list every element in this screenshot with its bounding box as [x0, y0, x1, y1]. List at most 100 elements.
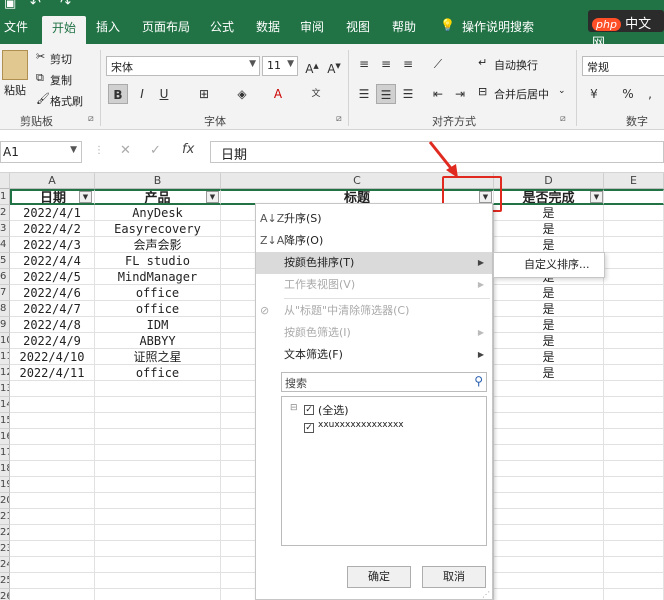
row-header[interactable]: 7: [0, 285, 10, 301]
empty-cell[interactable]: [95, 461, 221, 477]
copy-icon[interactable]: ⧉: [36, 71, 44, 85]
grow-font-icon[interactable]: A▲: [302, 56, 322, 76]
shrink-font-icon[interactable]: A▼: [324, 56, 344, 76]
row-header[interactable]: 10: [0, 333, 10, 349]
tab-formulas[interactable]: 公式: [210, 18, 234, 35]
cell-product[interactable]: MindManager: [95, 269, 221, 285]
empty-cell[interactable]: [10, 541, 95, 557]
item-label[interactable]: xxuxxxxxxxxxxxxx: [318, 420, 404, 430]
bold-icon[interactable]: B: [108, 84, 128, 104]
select-all-checkbox[interactable]: ✓: [304, 405, 314, 415]
row-header[interactable]: 5: [0, 253, 10, 269]
cell-done[interactable]: 是: [494, 349, 604, 365]
empty-cell[interactable]: [604, 525, 664, 541]
filter-dropdown-b[interactable]: ▼: [206, 191, 219, 203]
menu-sort-ascending[interactable]: A↓Z 升序(S): [256, 208, 492, 230]
search-icon[interactable]: ⚲: [474, 374, 483, 388]
cell-done[interactable]: 是: [494, 317, 604, 333]
cell-e[interactable]: [604, 365, 664, 381]
row-header[interactable]: 8: [0, 301, 10, 317]
font-launcher-icon[interactable]: ⧄: [336, 114, 342, 124]
cell-e[interactable]: [604, 333, 664, 349]
cell-e[interactable]: [604, 205, 664, 221]
empty-cell[interactable]: [10, 573, 95, 589]
empty-cell[interactable]: [494, 397, 604, 413]
italic-icon[interactable]: I: [132, 84, 152, 104]
tab-review[interactable]: 审阅: [300, 18, 324, 35]
empty-cell[interactable]: [604, 429, 664, 445]
empty-cell[interactable]: [10, 493, 95, 509]
column-header-b[interactable]: B: [95, 173, 221, 189]
font-color-icon[interactable]: A: [268, 84, 288, 104]
wrap-text-icon[interactable]: ↵: [478, 56, 487, 69]
row-header[interactable]: 1: [0, 189, 10, 205]
empty-cell[interactable]: [10, 381, 95, 397]
empty-cell[interactable]: [494, 509, 604, 525]
accounting-format-icon[interactable]: ¥: [584, 84, 604, 104]
empty-cell[interactable]: [95, 381, 221, 397]
align-left-icon[interactable]: ☰: [354, 84, 374, 104]
cell-done[interactable]: 是: [494, 301, 604, 317]
empty-cell[interactable]: [604, 461, 664, 477]
empty-cell[interactable]: [10, 461, 95, 477]
row-header[interactable]: 9: [0, 317, 10, 333]
cell-date[interactable]: 2022/4/6: [10, 285, 95, 301]
cell-e[interactable]: [604, 285, 664, 301]
font-name-select[interactable]: 宋体 ▼: [106, 56, 260, 76]
column-header-e[interactable]: E: [604, 173, 664, 189]
row-header[interactable]: 24: [0, 557, 10, 573]
empty-cell[interactable]: [10, 509, 95, 525]
comma-style-icon[interactable]: ,: [640, 84, 660, 104]
tab-home[interactable]: 开始: [42, 16, 87, 46]
row-header[interactable]: 15: [0, 413, 10, 429]
cell-e[interactable]: [604, 269, 664, 285]
row-header[interactable]: 12: [0, 365, 10, 381]
format-painter-button[interactable]: 格式刷: [50, 93, 83, 109]
cut-icon[interactable]: ✂: [36, 50, 45, 63]
cell-date[interactable]: 2022/4/8: [10, 317, 95, 333]
underline-icon[interactable]: U: [154, 84, 174, 104]
empty-cell[interactable]: [494, 541, 604, 557]
empty-cell[interactable]: [10, 429, 95, 445]
cell-e1[interactable]: [604, 189, 664, 205]
column-header-a[interactable]: A: [10, 173, 95, 189]
cell-done[interactable]: 是: [494, 285, 604, 301]
select-all-corner[interactable]: [0, 173, 10, 189]
empty-cell[interactable]: [95, 525, 221, 541]
row-header[interactable]: 19: [0, 477, 10, 493]
select-all-label[interactable]: (全选): [318, 402, 349, 418]
row-header[interactable]: 11: [0, 349, 10, 365]
empty-cell[interactable]: [494, 381, 604, 397]
empty-cell[interactable]: [604, 477, 664, 493]
row-header[interactable]: 14: [0, 397, 10, 413]
row-header[interactable]: 18: [0, 461, 10, 477]
cut-button[interactable]: 剪切: [50, 51, 72, 67]
tab-view[interactable]: 视图: [346, 18, 370, 35]
empty-cell[interactable]: [10, 557, 95, 573]
empty-cell[interactable]: [604, 445, 664, 461]
row-header[interactable]: 3: [0, 221, 10, 237]
cancel-icon[interactable]: ✕: [120, 143, 131, 158]
cell-date[interactable]: 2022/4/7: [10, 301, 95, 317]
empty-cell[interactable]: [95, 429, 221, 445]
cell-product[interactable]: IDM: [95, 317, 221, 333]
filter-dropdown-a[interactable]: ▼: [79, 191, 92, 203]
cell-product[interactable]: office: [95, 365, 221, 381]
empty-cell[interactable]: [95, 509, 221, 525]
ok-button[interactable]: 确定: [347, 566, 411, 588]
empty-cell[interactable]: [10, 525, 95, 541]
menu-sort-by-color[interactable]: 按颜色排序(T) ▶: [256, 252, 492, 274]
filter-search-input[interactable]: 搜索 ⚲: [281, 372, 487, 392]
cell-product[interactable]: 证照之星: [95, 349, 221, 365]
copy-button[interactable]: 复制: [50, 72, 72, 88]
cell-done[interactable]: 是: [494, 205, 604, 221]
cell-e[interactable]: [604, 317, 664, 333]
filter-dropdown-d[interactable]: ▼: [590, 191, 603, 203]
empty-cell[interactable]: [95, 589, 221, 600]
tab-insert[interactable]: 插入: [96, 18, 120, 35]
increase-indent-icon[interactable]: ⇥: [450, 84, 470, 104]
merge-center-button[interactable]: 合并后居中: [494, 86, 549, 102]
empty-cell[interactable]: [95, 573, 221, 589]
cell-date[interactable]: 2022/4/11: [10, 365, 95, 381]
merge-icon[interactable]: ⊟: [478, 85, 487, 98]
